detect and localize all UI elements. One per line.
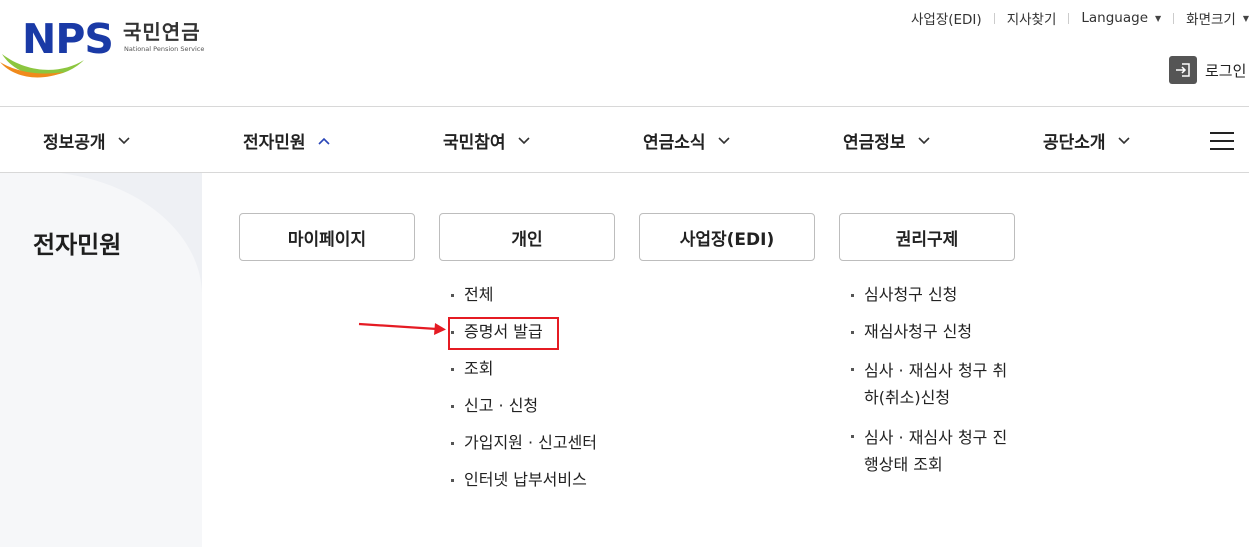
screen-size-dropdown[interactable]: 화면크기 ▼ <box>1186 8 1249 28</box>
annotation-highlight-box <box>448 317 559 350</box>
submenu-item-internet-payment[interactable]: 인터넷 납부서비스 <box>451 468 597 492</box>
nps-logo[interactable]: NPS 국민연금 National Pension Service <box>0 14 230 84</box>
nav-item-about[interactable]: 공단소개 <box>1043 128 1130 153</box>
caret-down-icon: ▼ <box>1242 13 1249 23</box>
submenu-item-review-request[interactable]: 심사청구 신청 <box>851 283 1021 307</box>
nav-item-participation[interactable]: 국민참여 <box>443 128 530 153</box>
logo-korean-text: 국민연금 <box>123 20 201 44</box>
submenu-item-re-review-request[interactable]: 재심사청구 신청 <box>851 320 1021 344</box>
nav-item-pension-news[interactable]: 연금소식 <box>643 128 730 153</box>
login-icon <box>1169 56 1197 84</box>
divider <box>993 12 995 24</box>
submenu-item-report-apply[interactable]: 신고 · 신청 <box>451 394 597 418</box>
annotation-arrow-icon <box>358 322 446 335</box>
submenu-item-progress-inquiry[interactable]: 심사 · 재심사 청구 진행상태 조회 <box>851 424 1011 478</box>
nav-item-pension-info[interactable]: 연금정보 <box>843 128 930 153</box>
util-link-branch-finder[interactable]: 지사찾기 <box>1007 8 1057 28</box>
chevron-down-icon <box>517 136 530 144</box>
submenu-item-enrollment-support[interactable]: 가입지원 · 신고센터 <box>451 431 597 455</box>
decorative-swoosh <box>60 173 202 293</box>
submenu-item-all[interactable]: 전체 <box>451 283 597 307</box>
login-label: 로그인 <box>1205 61 1247 80</box>
chevron-down-icon <box>917 136 930 144</box>
personal-submenu-list: 전체 증명서 발급 조회 신고 · 신청 가입지원 · 신고센터 인터넷 납부서… <box>451 283 597 492</box>
nav-item-e-civil[interactable]: 전자민원 <box>243 128 330 153</box>
utility-nav: 사업장(EDI) 지사찾기 Language ▼ 화면크기 ▼ <box>911 8 1249 28</box>
category-button-personal[interactable]: 개인 <box>439 213 615 261</box>
category-button-rights-relief[interactable]: 권리구제 <box>839 213 1015 261</box>
submenu-item-inquiry[interactable]: 조회 <box>451 357 597 381</box>
chevron-down-icon <box>1117 136 1130 144</box>
hamburger-icon[interactable] <box>1210 132 1234 150</box>
caret-down-icon: ▼ <box>1155 13 1162 23</box>
chevron-up-icon <box>317 137 330 145</box>
submenu-side-panel: 전자민원 <box>0 173 202 547</box>
submenu-section-title: 전자민원 <box>33 231 122 259</box>
chevron-down-icon <box>117 136 130 144</box>
logo-nps-text: NPS <box>22 15 114 63</box>
login-button[interactable]: 로그인 <box>1169 56 1246 84</box>
logo-english-text: National Pension Service <box>124 45 205 53</box>
divider <box>1068 12 1070 24</box>
nav-item-info-disclosure[interactable]: 정보공개 <box>43 128 130 153</box>
submenu-item-withdraw-request[interactable]: 심사 · 재심사 청구 취하(취소)신청 <box>851 357 1011 411</box>
category-button-mypage[interactable]: 마이페이지 <box>239 213 415 261</box>
main-nav: 정보공개 전자민원 국민참여 연금소식 연금정보 공단소개 <box>0 106 1249 173</box>
util-link-edi[interactable]: 사업장(EDI) <box>911 8 982 28</box>
divider <box>1173 12 1175 24</box>
rights-relief-submenu-list: 심사청구 신청 재심사청구 신청 심사 · 재심사 청구 취하(취소)신청 심사… <box>851 283 1021 478</box>
language-dropdown[interactable]: Language ▼ <box>1081 10 1161 26</box>
category-button-business-edi[interactable]: 사업장(EDI) <box>639 213 815 261</box>
chevron-down-icon <box>717 136 730 144</box>
